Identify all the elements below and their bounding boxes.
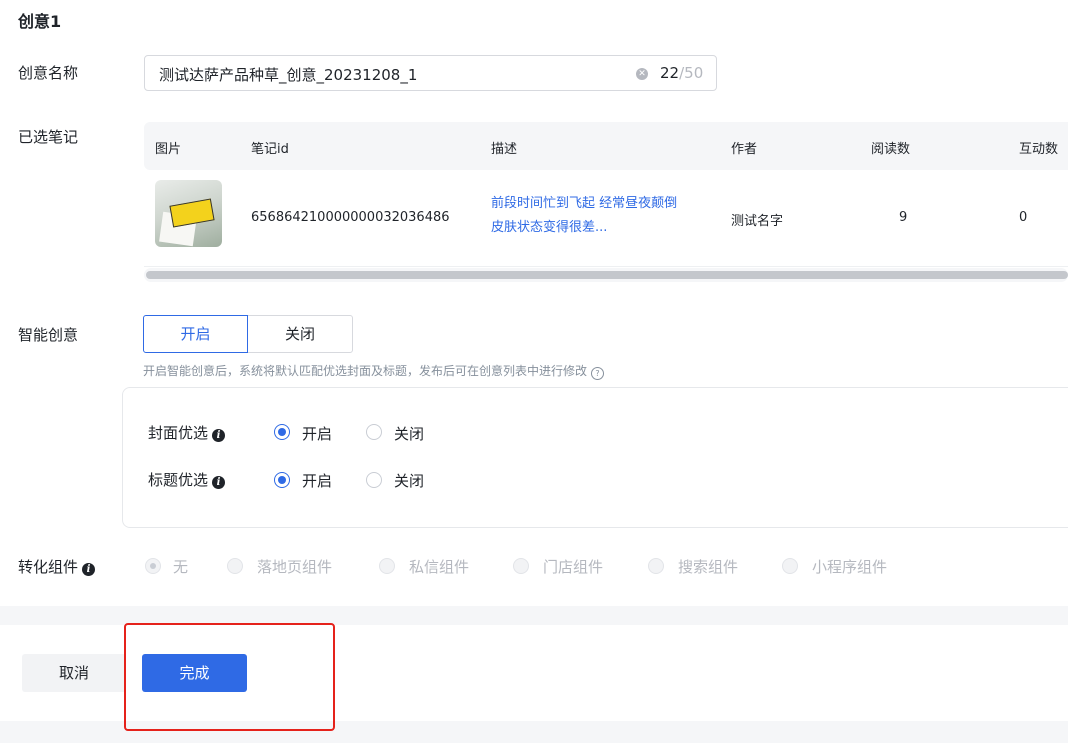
cover-off-radio[interactable]	[366, 424, 382, 440]
convert-store-label[interactable]: 门店组件	[543, 556, 603, 577]
note-reads: 9	[899, 210, 908, 225]
info-icon[interactable]: i	[82, 563, 96, 576]
cover-on-radio[interactable]	[274, 424, 290, 440]
table-scrollbar-thumb[interactable]	[146, 271, 1068, 279]
convert-landing-radio[interactable]	[227, 558, 243, 574]
creative-name-label: 创意名称	[18, 64, 79, 82]
char-count: 22	[660, 64, 680, 82]
creative-name-input[interactable]: 测试达萨产品种草_创意_20231208_1 ✕ 22/50	[144, 55, 717, 91]
convert-search-radio[interactable]	[648, 558, 664, 574]
note-thumbnail[interactable]	[155, 180, 222, 247]
clear-circle-icon[interactable]: ✕	[636, 68, 648, 80]
cover-off-label[interactable]: 关闭	[394, 423, 424, 444]
headline-optimize-label: 标题优选 i	[148, 469, 226, 490]
headline-off-radio[interactable]	[366, 472, 382, 488]
headline-off-label[interactable]: 关闭	[394, 470, 424, 491]
convert-none-radio[interactable]	[145, 558, 161, 574]
col-note-id: 笔记id	[251, 142, 289, 157]
convert-component-label: 转化组件 i	[18, 556, 96, 577]
convert-miniprogram-radio[interactable]	[782, 558, 798, 574]
note-description-line1[interactable]: 前段时间忙到飞起 经常昼夜颠倒	[491, 192, 677, 216]
col-interactions: 互动数	[1019, 142, 1059, 157]
info-icon[interactable]: i	[212, 476, 226, 489]
convert-landing-label[interactable]: 落地页组件	[257, 556, 332, 577]
note-interactions: 0	[1019, 210, 1028, 225]
headline-on-label[interactable]: 开启	[302, 470, 332, 491]
convert-none-label[interactable]: 无	[173, 556, 188, 577]
smart-hint-text: 开启智能创意后，系统将默认匹配优选封面及标题，发布后可在创意列表中进行修改	[143, 364, 588, 378]
note-id: 656864210000000032036486	[251, 210, 450, 225]
char-max: /50	[679, 64, 704, 82]
creative-title: 创意1	[18, 12, 62, 31]
smart-creative-label: 智能创意	[18, 326, 79, 344]
highlight-box	[124, 623, 335, 731]
cover-on-label[interactable]: 开启	[302, 423, 332, 444]
note-description-link[interactable]: 前段时间忙到飞起 经常昼夜颠倒 皮肤状态变得很差...	[491, 192, 677, 240]
note-author: 测试名字	[731, 214, 784, 229]
headline-on-radio[interactable]	[274, 472, 290, 488]
smart-on-button[interactable]: 开启	[143, 315, 248, 353]
creative-name-value[interactable]: 测试达萨产品种草_创意_20231208_1	[159, 64, 417, 85]
convert-message-radio[interactable]	[379, 558, 395, 574]
note-description-line2[interactable]: 皮肤状态变得很差...	[491, 216, 677, 240]
selected-notes-label: 已选笔记	[18, 128, 79, 146]
smart-hint: 开启智能创意后，系统将默认匹配优选封面及标题，发布后可在创意列表中进行修改?	[143, 362, 605, 380]
smart-options-panel	[122, 387, 1068, 528]
col-description: 描述	[491, 142, 518, 157]
col-author: 作者	[731, 142, 758, 157]
table-row: 656864210000000032036486 前段时间忙到飞起 经常昼夜颠倒…	[144, 170, 1068, 267]
headline-optimize-text: 标题优选	[148, 471, 209, 489]
col-reads: 阅读数	[871, 142, 911, 157]
cancel-button[interactable]: 取消	[22, 654, 126, 692]
col-image: 图片	[155, 142, 182, 157]
smart-off-button[interactable]: 关闭	[247, 315, 353, 353]
cover-optimize-label: 封面优选 i	[148, 422, 226, 443]
question-circle-icon[interactable]: ?	[591, 367, 605, 380]
convert-message-label[interactable]: 私信组件	[409, 556, 469, 577]
convert-miniprogram-label[interactable]: 小程序组件	[812, 556, 887, 577]
char-counter: 22/50	[660, 64, 703, 82]
convert-component-text: 转化组件	[18, 558, 79, 576]
info-icon[interactable]: i	[212, 429, 226, 442]
convert-search-label[interactable]: 搜索组件	[678, 556, 738, 577]
table-header: 图片 笔记id 描述 作者 阅读数 互动数	[144, 122, 1068, 170]
cover-optimize-text: 封面优选	[148, 424, 209, 442]
convert-store-radio[interactable]	[513, 558, 529, 574]
